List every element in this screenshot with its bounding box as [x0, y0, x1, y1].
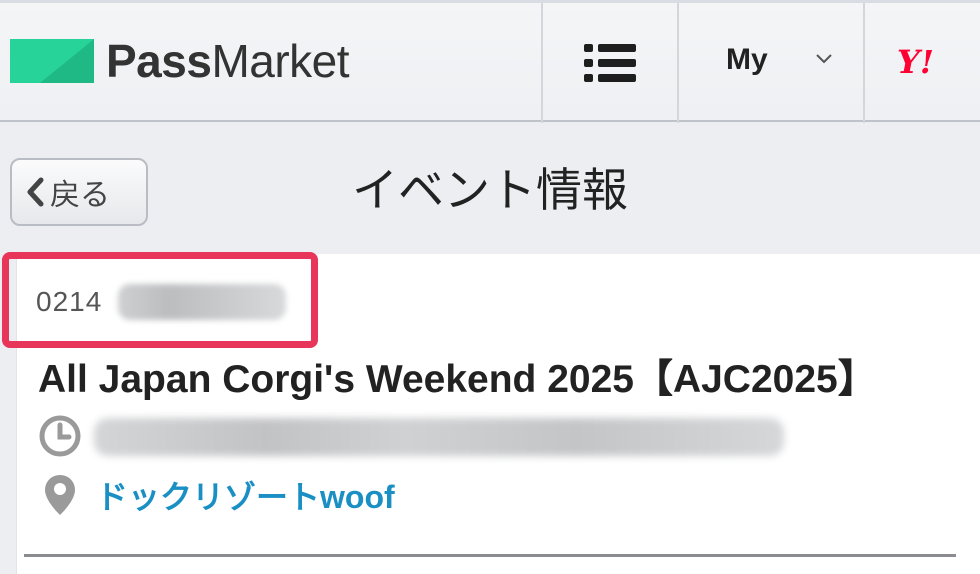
card-divider: [24, 554, 956, 557]
yahoo-logo: Y!: [897, 43, 934, 81]
event-title: All Japan Corgi's Weekend 2025【AJC2025】: [38, 358, 877, 401]
my-menu-button[interactable]: My: [679, 3, 863, 122]
clock-icon: [39, 415, 81, 457]
passmarket-logo-mark-icon: [10, 39, 94, 83]
passmarket-logo[interactable]: PassMarket: [10, 35, 350, 87]
yahoo-button[interactable]: Y!: [865, 3, 980, 122]
logo-text-pass: Pass: [106, 35, 212, 87]
top-header: PassMarket My Y!: [0, 0, 980, 123]
logo-text-market: Market: [211, 35, 350, 87]
event-date-redacted: [94, 418, 784, 456]
passmarket-logo-text: PassMarket: [106, 35, 350, 87]
venue-link[interactable]: ドックリゾートwoof: [96, 472, 395, 518]
my-menu-label: My: [726, 43, 768, 76]
back-button[interactable]: 戻る: [10, 158, 148, 226]
event-id-highlight: [2, 252, 318, 348]
menu-button[interactable]: [543, 3, 677, 122]
back-button-label: 戻る: [50, 179, 110, 212]
chevron-left-icon: [27, 177, 44, 207]
hamburger-icon: [584, 43, 636, 82]
map-pin-icon: [45, 475, 75, 515]
chevron-down-icon: [816, 54, 832, 64]
